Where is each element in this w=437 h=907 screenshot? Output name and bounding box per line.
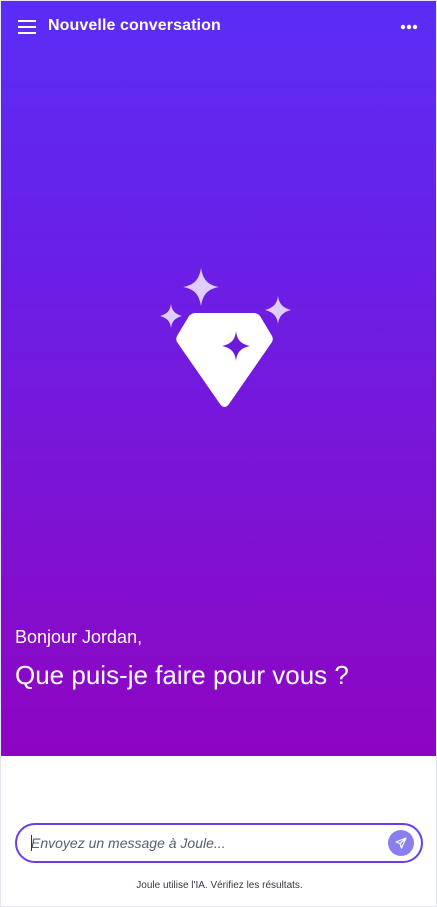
hero-area: Nouvelle conversation Bonjour Jordan, Qu	[1, 1, 436, 756]
joule-panel: Nouvelle conversation Bonjour Jordan, Qu	[0, 0, 437, 907]
page-title: Nouvelle conversation	[48, 17, 221, 34]
menu-button[interactable]	[15, 16, 39, 38]
more-options-button[interactable]	[396, 15, 422, 39]
text-caret	[31, 835, 32, 851]
send-button[interactable]	[388, 830, 414, 856]
more-options-icon	[400, 24, 418, 30]
ai-disclaimer: Joule utilise l'IA. Vérifiez les résulta…	[136, 880, 303, 891]
hamburger-menu-icon	[18, 20, 36, 34]
greeting-text: Bonjour Jordan,	[15, 627, 143, 647]
send-icon	[395, 837, 407, 849]
message-input[interactable]	[29, 827, 388, 859]
message-composer	[15, 823, 423, 863]
prompt-heading: Que puis-je faire pour vous ?	[15, 660, 349, 690]
joule-diamond-sparkle-icon	[160, 268, 291, 407]
header: Nouvelle conversation	[1, 1, 436, 53]
